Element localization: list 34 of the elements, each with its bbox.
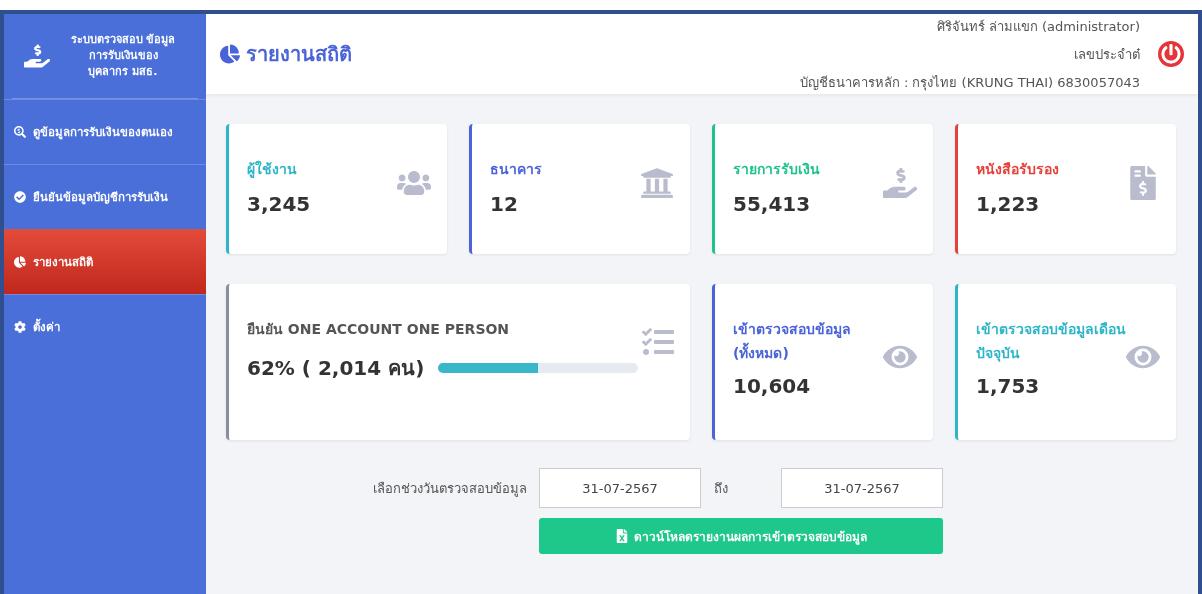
power-icon[interactable] (1158, 41, 1184, 67)
pie-chart-icon (14, 256, 26, 268)
user-name: ศิริจันทร์ ล่ามแขก (administrator) (936, 17, 1140, 36)
stat-label: เข้าตรวจสอบข้อมูล (ทั้งหมด) (733, 320, 852, 363)
range-label: เลือกช่วงวันตรวจสอบข้อมูล (373, 479, 527, 499)
sidebar-item[interactable]: รายงานสถิติ (4, 229, 206, 294)
checklist-icon (642, 326, 674, 358)
stat-value: 12 (490, 191, 519, 216)
stat-value: 55,413 (733, 191, 812, 216)
to-label: ถึง (713, 479, 729, 498)
stat-label: หนังสือรับรอง (976, 160, 1060, 179)
id-label: เลขประจำต๋ (1074, 45, 1140, 64)
pie-chart-icon (220, 44, 240, 64)
progress-label: ยืนยัน ONE ACCOUNT ONE PERSON (247, 320, 511, 339)
stat-value: 1,223 (976, 191, 1041, 216)
stat-label: เข้าตรวจสอบข้อมูลเดือนปัจจุบัน (976, 320, 1126, 364)
stat-label: ผู้ใช้งาน (247, 159, 298, 180)
date-field[interactable]: 31-07-2567 (539, 468, 701, 508)
date-field[interactable]: 31-07-2567 (781, 468, 943, 508)
stat-value: 10,604 (733, 373, 812, 398)
bank-icon (640, 166, 674, 200)
progress-reading: 62% ( 2,014 คน) (247, 354, 425, 382)
search-icon (14, 126, 26, 138)
app-title: ระบบตรวจสอบ ข้อมูลการรับเงินของ บุคลากร มสธ. (69, 32, 177, 80)
spreadsheet-file-icon (615, 529, 629, 543)
stat-value: 1,753 (976, 373, 1041, 398)
stat-label: รายการรับเงิน (733, 160, 821, 179)
page-title: รายงานสถิติ (246, 41, 352, 68)
bank-account: บัญชีธนาคารหลัก : กรุงไทย (KRUNG THAI) 6830057043 (799, 73, 1140, 93)
settings-icon (14, 321, 26, 333)
hand-dollar-icon (24, 43, 50, 69)
stat-value: 3,245 (247, 191, 312, 216)
hand-dollar-icon (883, 166, 917, 200)
stat-label: ธนาคาร (490, 160, 543, 179)
